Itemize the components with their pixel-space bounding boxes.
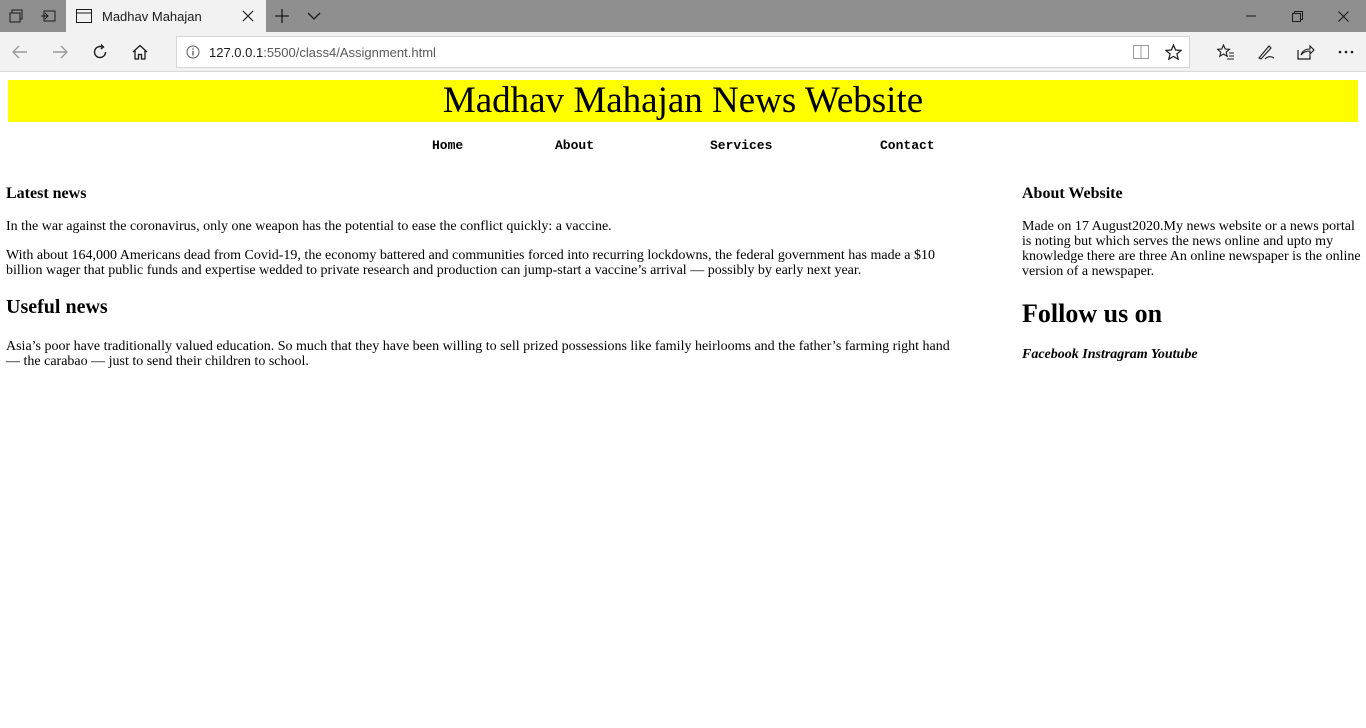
latest-news-heading: Latest news bbox=[6, 185, 87, 202]
share-icon[interactable] bbox=[1286, 32, 1326, 72]
web-page: Madhav Mahajan News Website Home About S… bbox=[0, 72, 1366, 727]
follow-us-heading: Follow us on bbox=[1022, 299, 1163, 328]
about-website-text: Made on 17 August2020.My news website or… bbox=[1022, 219, 1361, 279]
close-window-icon[interactable] bbox=[1320, 0, 1366, 32]
useful-news-heading: Useful news bbox=[6, 296, 108, 318]
active-tab[interactable]: Madhav Mahajan bbox=[66, 0, 266, 32]
new-tab-icon[interactable] bbox=[266, 0, 298, 32]
set-tabs-aside-icon[interactable] bbox=[32, 0, 64, 32]
page-icon bbox=[76, 8, 92, 24]
nav-contact-link[interactable]: Contact bbox=[880, 138, 935, 153]
favorite-star-icon[interactable] bbox=[1157, 37, 1189, 67]
favorites-hub-icon[interactable] bbox=[1206, 32, 1246, 72]
main-content: Latest news In the war against the coron… bbox=[6, 185, 950, 383]
web-note-pen-icon[interactable] bbox=[1246, 32, 1286, 72]
useful-news-paragraph: Asia’s poor have traditionally valued ed… bbox=[6, 339, 950, 369]
address-toolbar: 127.0.0.1:5500/class4/Assignment.html bbox=[0, 32, 1366, 72]
nav-home-link[interactable]: Home bbox=[432, 138, 463, 153]
home-icon[interactable] bbox=[120, 32, 160, 72]
tab-preview-chevron-icon[interactable] bbox=[298, 0, 330, 32]
facebook-link[interactable]: Facebook bbox=[1022, 347, 1079, 362]
restore-icon[interactable] bbox=[1274, 0, 1320, 32]
nav-about-link[interactable]: About bbox=[555, 138, 594, 153]
address-bar[interactable]: 127.0.0.1:5500/class4/Assignment.html bbox=[176, 36, 1190, 68]
back-icon[interactable] bbox=[0, 32, 40, 72]
instagram-link[interactable]: Instragram bbox=[1082, 347, 1147, 362]
reading-view-icon[interactable] bbox=[1125, 37, 1157, 67]
site-header: Madhav Mahajan News Website bbox=[8, 80, 1358, 122]
url-text[interactable]: 127.0.0.1:5500/class4/Assignment.html bbox=[209, 45, 1125, 60]
close-tab-icon[interactable] bbox=[240, 8, 256, 24]
forward-icon[interactable] bbox=[40, 32, 80, 72]
nav-services-link[interactable]: Services bbox=[710, 138, 772, 153]
social-links: Facebook Instragram Youtube bbox=[1022, 347, 1362, 363]
refresh-icon[interactable] bbox=[80, 32, 120, 72]
latest-news-paragraph-1: In the war against the coronavirus, only… bbox=[6, 219, 612, 234]
more-options-icon[interactable] bbox=[1326, 32, 1366, 72]
sidebar: About Website Made on 17 August2020.My n… bbox=[1022, 185, 1362, 363]
tab-title: Madhav Mahajan bbox=[102, 8, 202, 24]
site-info-icon[interactable] bbox=[177, 45, 209, 59]
youtube-link[interactable]: Youtube bbox=[1151, 347, 1198, 362]
tab-bar: Madhav Mahajan bbox=[0, 0, 1366, 32]
site-nav: Home About Services Contact bbox=[0, 138, 1366, 156]
latest-news-paragraph-2: With about 164,000 Americans dead from C… bbox=[6, 248, 935, 278]
about-website-heading: About Website bbox=[1022, 185, 1123, 202]
tab-sets-icon[interactable] bbox=[0, 0, 32, 32]
minimize-icon[interactable] bbox=[1228, 0, 1274, 32]
